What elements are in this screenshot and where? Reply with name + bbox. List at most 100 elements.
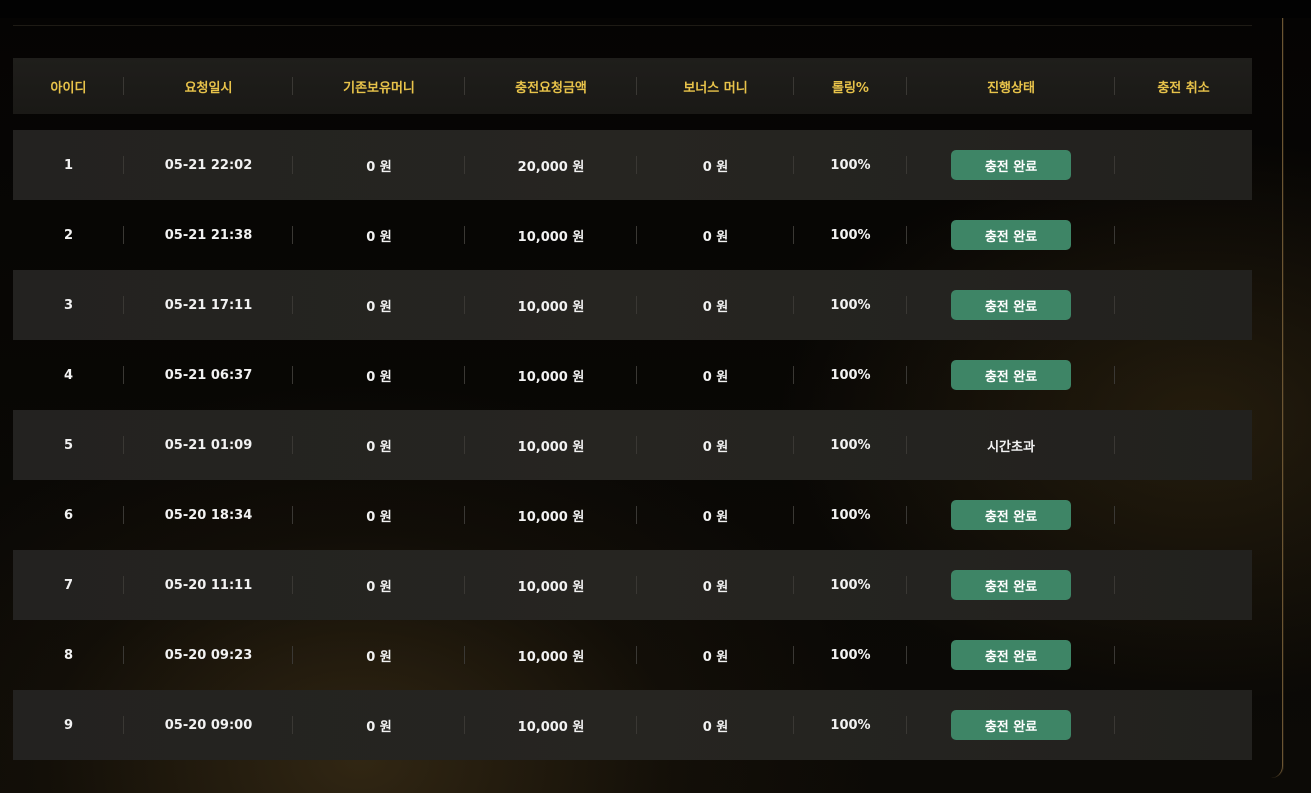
- cell-rolling: 100%: [794, 270, 907, 340]
- cell-rolling: 100%: [794, 550, 907, 620]
- cell-previous-money: 0 원: [293, 340, 465, 410]
- cell-rolling: 100%: [794, 410, 907, 480]
- cell-cancel: [1115, 550, 1252, 620]
- charge-complete-button[interactable]: 충전 완료: [951, 290, 1071, 320]
- cell-cancel: [1115, 340, 1252, 410]
- cell-status: 충전 완료: [907, 690, 1115, 760]
- cell-previous-money: 0 원: [293, 620, 465, 690]
- cell-cancel: [1115, 410, 1252, 480]
- cell-previous-money: 0 원: [293, 410, 465, 480]
- cell-status: 충전 완료: [907, 340, 1115, 410]
- cell-id: 6: [13, 480, 124, 550]
- table-row: 9 05-20 09:00 0 원 10,000 원0 원 100% 충전 완료: [13, 690, 1252, 760]
- status-timeout-label: 시간초과: [987, 439, 1035, 455]
- charge-history-page: 아이디 요청일시 기존보유머니 충전요청금액 보너스 머니 롤링% 진행상태 충…: [0, 0, 1311, 793]
- cell-cancel: [1115, 480, 1252, 550]
- cell-request-datetime: 05-21 17:11: [124, 270, 293, 340]
- cell-bonus-money: 0 원: [637, 480, 794, 550]
- cell-bonus-money: 0 원: [637, 620, 794, 690]
- cell-charge-amount: 10,000 원: [465, 550, 637, 620]
- cell-bonus-money: 0 원: [637, 270, 794, 340]
- header-status: 진행상태: [907, 58, 1115, 114]
- cell-previous-money: 0 원: [293, 200, 465, 270]
- table-row: 7 05-20 11:11 0 원 10,000 원0 원 100% 충전 완료: [13, 550, 1252, 620]
- cell-id: 1: [13, 130, 124, 200]
- cell-rolling: 100%: [794, 340, 907, 410]
- cell-id: 3: [13, 270, 124, 340]
- cell-charge-amount: 20,000 원: [465, 130, 637, 200]
- cell-charge-amount: 10,000 원: [465, 200, 637, 270]
- cell-rolling: 100%: [794, 620, 907, 690]
- cell-cancel: [1115, 620, 1252, 690]
- cell-charge-amount: 10,000 원: [465, 270, 637, 340]
- cell-rolling: 100%: [794, 480, 907, 550]
- cell-id: 9: [13, 690, 124, 760]
- cell-cancel: [1115, 270, 1252, 340]
- cell-request-datetime: 05-21 01:09: [124, 410, 293, 480]
- charge-complete-button[interactable]: 충전 완료: [951, 220, 1071, 250]
- cell-bonus-money: 0 원: [637, 550, 794, 620]
- cell-request-datetime: 05-21 21:38: [124, 200, 293, 270]
- cell-bonus-money: 0 원: [637, 340, 794, 410]
- cell-status: 충전 완료: [907, 270, 1115, 340]
- cell-id: 8: [13, 620, 124, 690]
- table-row: 3 05-21 17:11 0 원 10,000 원0 원 100% 충전 완료: [13, 270, 1252, 340]
- cell-charge-amount: 10,000 원: [465, 340, 637, 410]
- charge-complete-button[interactable]: 충전 완료: [951, 360, 1071, 390]
- header-cancel: 충전 취소: [1157, 80, 1210, 96]
- header-charge-amount: 충전요청금액: [465, 58, 637, 114]
- cell-rolling: 100%: [794, 690, 907, 760]
- cell-status: 시간초과: [907, 410, 1115, 480]
- cell-bonus-money: 0 원: [637, 410, 794, 480]
- cell-cancel: [1115, 130, 1252, 200]
- cell-charge-amount: 10,000 원: [465, 690, 637, 760]
- cell-bonus-money: 0 원: [637, 690, 794, 760]
- cell-request-datetime: 05-21 22:02: [124, 130, 293, 200]
- table-row: 4 05-21 06:37 0 원 10,000 원0 원 100% 충전 완료: [13, 340, 1252, 410]
- charge-complete-button[interactable]: 충전 완료: [951, 640, 1071, 670]
- cell-status: 충전 완료: [907, 550, 1115, 620]
- header-previous-money: 기존보유머니: [293, 58, 465, 114]
- charge-complete-button[interactable]: 충전 완료: [951, 500, 1071, 530]
- cell-id: 4: [13, 340, 124, 410]
- cell-id: 2: [13, 200, 124, 270]
- cell-request-datetime: 05-21 06:37: [124, 340, 293, 410]
- cell-id: 5: [13, 410, 124, 480]
- divider: [13, 25, 1252, 26]
- header-rolling: 롤링%: [794, 58, 907, 114]
- cell-request-datetime: 05-20 11:11: [124, 550, 293, 620]
- cell-bonus-money: 0 원: [637, 130, 794, 200]
- table-body: 1 05-21 22:02 0 원 20,000 원0 원 100% 충전 완료 2 05-2…: [13, 130, 1252, 760]
- table-row: 1 05-21 22:02 0 원 20,000 원0 원 100% 충전 완료: [13, 130, 1252, 200]
- header-bonus-money: 보너스 머니: [637, 58, 794, 114]
- cell-status: 충전 완료: [907, 130, 1115, 200]
- cell-status: 충전 완료: [907, 200, 1115, 270]
- top-bar: [0, 0, 1311, 18]
- cell-cancel: [1115, 690, 1252, 760]
- header-request-datetime: 요청일시: [124, 58, 293, 114]
- cell-rolling: 100%: [794, 200, 907, 270]
- cell-bonus-money: 0 원: [637, 200, 794, 270]
- cell-rolling: 100%: [794, 130, 907, 200]
- table-header: 아이디 요청일시 기존보유머니 충전요청금액 보너스 머니 롤링% 진행상태 충…: [13, 58, 1252, 114]
- cell-previous-money: 0 원: [293, 130, 465, 200]
- cell-request-datetime: 05-20 18:34: [124, 480, 293, 550]
- cell-previous-money: 0 원: [293, 480, 465, 550]
- cell-charge-amount: 10,000 원: [465, 480, 637, 550]
- charge-complete-button[interactable]: 충전 완료: [951, 710, 1071, 740]
- cell-charge-amount: 10,000 원: [465, 410, 637, 480]
- table-row: 2 05-21 21:38 0 원 10,000 원0 원 100% 충전 완료: [13, 200, 1252, 270]
- table-row: 5 05-21 01:09 0 원 10,000 원0 원 100% 시간초과: [13, 410, 1252, 480]
- charge-complete-button[interactable]: 충전 완료: [951, 570, 1071, 600]
- cell-status: 충전 완료: [907, 620, 1115, 690]
- charge-history-table: 아이디 요청일시 기존보유머니 충전요청금액 보너스 머니 롤링% 진행상태 충…: [13, 58, 1252, 760]
- header-id: 아이디: [13, 58, 124, 114]
- cell-id: 7: [13, 550, 124, 620]
- charge-complete-button[interactable]: 충전 완료: [951, 150, 1071, 180]
- cell-cancel: [1115, 200, 1252, 270]
- cell-previous-money: 0 원: [293, 270, 465, 340]
- cell-previous-money: 0 원: [293, 550, 465, 620]
- cell-status: 충전 완료: [907, 480, 1115, 550]
- cell-request-datetime: 05-20 09:23: [124, 620, 293, 690]
- table-row: 6 05-20 18:34 0 원 10,000 원0 원 100% 충전 완료: [13, 480, 1252, 550]
